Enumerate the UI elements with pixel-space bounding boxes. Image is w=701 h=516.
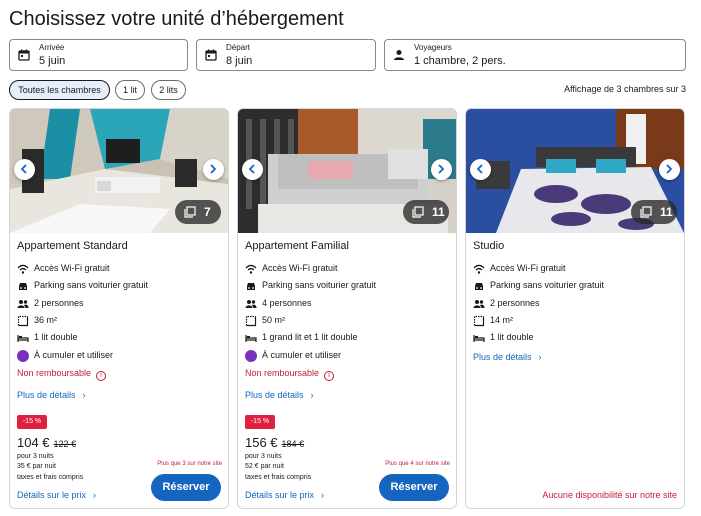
filter-chip-1-bed[interactable]: 1 lit [115, 80, 145, 100]
room-card-standard: 7 Appartement Standard Accès Wi-Fi gratu… [9, 108, 229, 509]
chevron-left-icon [248, 164, 255, 174]
chevron-left-icon [476, 164, 483, 174]
price-taxes: taxes et frais compris [245, 474, 312, 481]
next-photo-button[interactable] [431, 159, 452, 180]
price-per-night: 35 € par nuit [17, 463, 56, 470]
room-name: Appartement Standard [17, 240, 128, 252]
non-refundable-label: Non remboursable [17, 368, 92, 378]
bed-icon [245, 335, 257, 342]
chevron-right-icon: › [538, 352, 542, 362]
chevron-left-icon [20, 164, 27, 174]
photo-count-badge[interactable]: 7 [175, 200, 221, 224]
departure-date-field[interactable]: Départ 8 juin [196, 39, 376, 71]
price-details-link[interactable]: Détails sur le prix › [245, 490, 324, 500]
gallery-icon [412, 206, 424, 218]
chevron-right-icon [210, 164, 217, 174]
photo-count-badge[interactable]: 11 [631, 200, 677, 224]
price: 156 €184 € [245, 435, 304, 450]
price: 104 €122 € [17, 435, 76, 450]
room-card-studio: 11 Studio Accès Wi-Fi gratuit Parking sa… [465, 108, 685, 509]
more-details-link[interactable]: Plus de détails › [473, 352, 542, 362]
departure-label: Départ [226, 43, 251, 52]
old-price: 122 € [53, 439, 77, 449]
price-nights: pour 3 nuits [17, 453, 54, 460]
reserve-button[interactable]: Réserver [379, 474, 449, 501]
photo-count-badge[interactable]: 11 [403, 200, 449, 224]
discount-badge: -15 % [245, 415, 275, 429]
car-icon [475, 283, 483, 290]
more-details-link[interactable]: Plus de détails › [17, 390, 86, 400]
arrival-value: 5 juin [39, 55, 66, 67]
info-icon[interactable]: i [324, 371, 335, 381]
old-price: 184 € [281, 439, 305, 449]
gallery-icon [184, 206, 196, 218]
next-photo-button[interactable] [659, 159, 680, 180]
arrival-date-field[interactable]: Arrivée 5 juin [9, 39, 188, 71]
chevron-right-icon [438, 164, 445, 174]
calendar-icon [205, 49, 217, 61]
area-icon [17, 315, 29, 327]
current-price: 104 € [17, 435, 50, 450]
previous-photo-button[interactable] [14, 159, 35, 180]
wifi-icon [245, 264, 257, 274]
page-title: Choisissez votre unité d’hébergement [9, 8, 344, 30]
chevron-right-icon: › [82, 390, 86, 400]
room-name: Appartement Familial [245, 240, 349, 252]
promo-icon [17, 350, 29, 362]
scarcity-notice: Plus que 4 sur notre site [385, 461, 450, 467]
guests-value: 1 chambre, 2 pers. [414, 55, 506, 67]
result-count: Affichage de 3 chambres sur 3 [564, 84, 686, 94]
room-name: Studio [473, 240, 505, 252]
car-icon [247, 283, 255, 290]
current-price: 156 € [245, 435, 278, 450]
person-icon [394, 50, 404, 60]
room-photo[interactable]: 11 [238, 109, 456, 233]
price-details-link[interactable]: Détails sur le prix › [17, 490, 96, 500]
non-refundable-label: Non remboursable [245, 368, 320, 378]
reserve-button[interactable]: Réserver [151, 474, 221, 501]
chevron-right-icon: › [93, 490, 97, 500]
room-card-family: 11 Appartement Familial Accès Wi-Fi grat… [237, 108, 457, 509]
chevron-right-icon: › [321, 490, 325, 500]
unavailable-notice: Aucune disponibilité sur notre site [542, 490, 677, 500]
previous-photo-button[interactable] [242, 159, 263, 180]
chevron-right-icon: › [310, 390, 314, 400]
people-icon [17, 300, 29, 308]
departure-value: 8 juin [226, 55, 253, 67]
promo-icon [245, 350, 257, 362]
price-nights: pour 3 nuits [245, 453, 282, 460]
discount-badge: -15 % [17, 415, 47, 429]
more-details-link[interactable]: Plus de détails › [245, 390, 314, 400]
price-taxes: taxes et frais compris [17, 474, 84, 481]
calendar-icon [18, 49, 30, 61]
wifi-icon [17, 264, 29, 274]
next-photo-button[interactable] [203, 159, 224, 180]
filter-chip-all-rooms[interactable]: Toutes les chambres [9, 80, 110, 100]
car-icon [19, 283, 27, 290]
photo-count: 7 [204, 205, 211, 219]
people-icon [473, 300, 485, 308]
photo-count: 11 [660, 205, 673, 219]
bed-icon [473, 335, 485, 342]
scarcity-notice: Plus que 3 sur notre site [157, 461, 222, 467]
filter-chip-2-beds[interactable]: 2 lits [151, 80, 186, 100]
chevron-right-icon [666, 164, 673, 174]
previous-photo-button[interactable] [470, 159, 491, 180]
price-per-night: 52 € par nuit [245, 463, 284, 470]
people-icon [245, 300, 257, 308]
area-icon [473, 315, 485, 327]
photo-count: 11 [432, 205, 445, 219]
room-photo[interactable]: 11 [466, 109, 684, 233]
area-icon [245, 315, 257, 327]
non-refundable-notice: Non remboursable i [245, 368, 335, 381]
guests-label: Voyageurs [414, 43, 452, 52]
bed-icon [17, 335, 29, 342]
gallery-icon [640, 206, 652, 218]
wifi-icon [473, 264, 485, 274]
non-refundable-notice: Non remboursable i [17, 368, 107, 381]
guests-field[interactable]: Voyageurs 1 chambre, 2 pers. [384, 39, 686, 71]
arrival-label: Arrivée [39, 43, 65, 52]
room-photo[interactable]: 7 [10, 109, 228, 233]
info-icon[interactable]: i [96, 371, 107, 381]
